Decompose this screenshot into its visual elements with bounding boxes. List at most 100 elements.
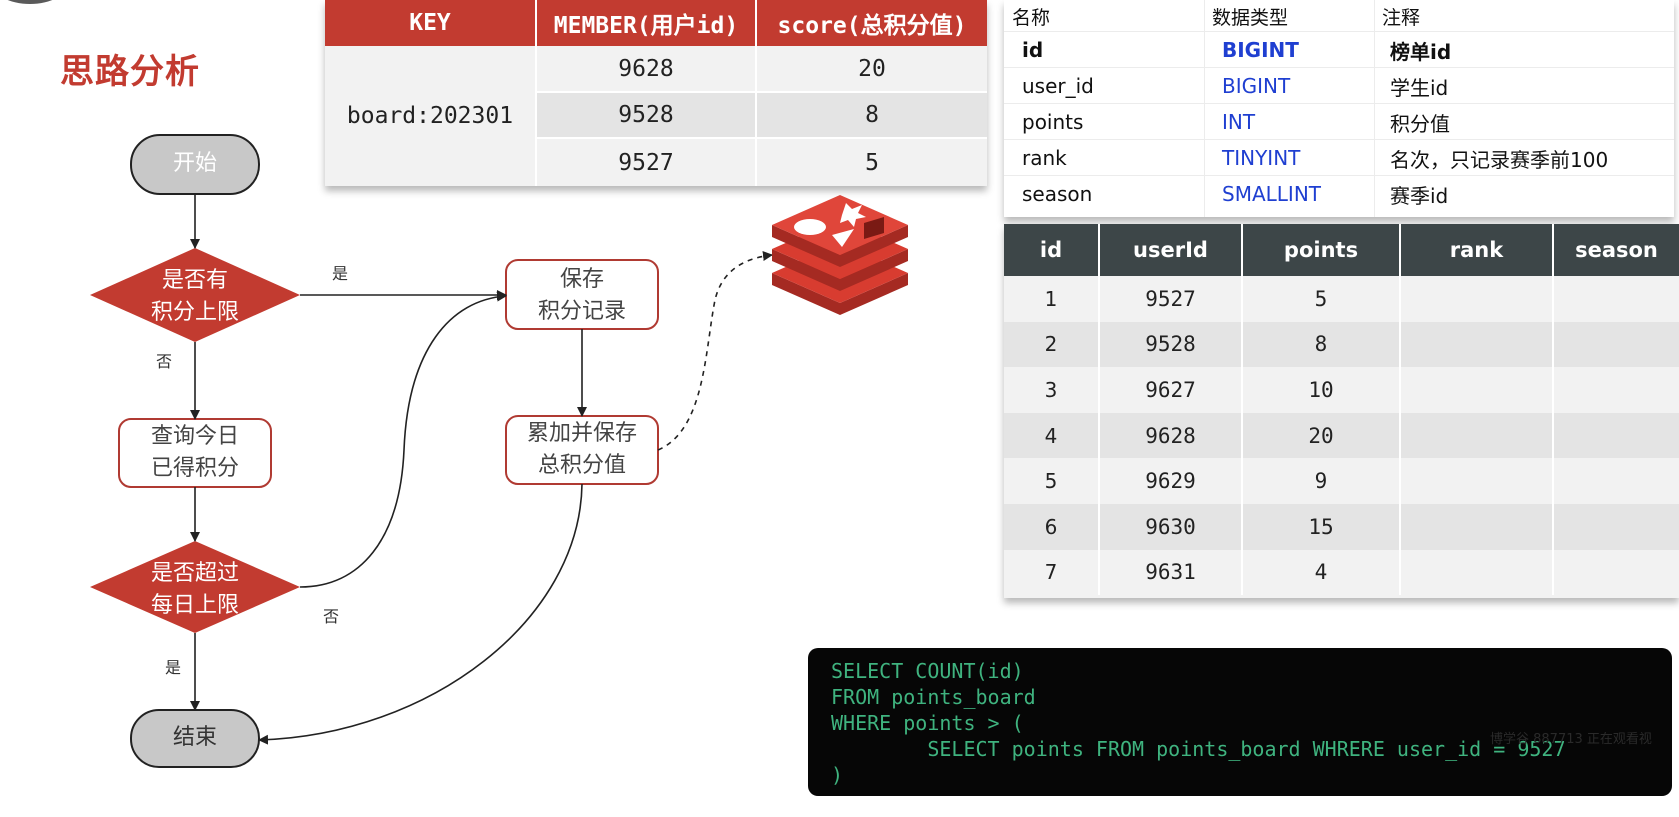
schema-field-name: points bbox=[1022, 110, 1084, 134]
redis-sortedset-table: KEY MEMBER(用户id) score(总积分值) board:20230… bbox=[325, 0, 987, 186]
data-cell-id: 4 bbox=[1004, 412, 1100, 459]
query-today-label: 查询今日 已得积分 bbox=[150, 424, 239, 481]
data-cell-userid: 9631 bbox=[1100, 549, 1243, 596]
data-cell-season bbox=[1554, 412, 1679, 459]
data-header-id: id bbox=[1004, 224, 1100, 276]
save-record-label: 保存 积分记录 bbox=[537, 267, 626, 324]
data-cell-season bbox=[1554, 321, 1679, 368]
schema-field-name: season bbox=[1022, 182, 1093, 206]
data-cell-season bbox=[1554, 549, 1679, 596]
data-cell-points: 15 bbox=[1243, 504, 1401, 550]
schema-row: rank TINYINT 名次，只记录赛季前100 bbox=[1004, 140, 1674, 176]
data-cell-season bbox=[1554, 367, 1679, 413]
data-cell-userid: 9629 bbox=[1100, 458, 1243, 504]
schema-row: id BIGINT 榜单id bbox=[1004, 32, 1674, 68]
data-cell-rank bbox=[1401, 458, 1554, 504]
data-header-points: points bbox=[1243, 224, 1401, 276]
data-header-rank: rank bbox=[1401, 224, 1554, 276]
edge-label-yes-right: 是 bbox=[332, 264, 349, 283]
schema-field-comment: 积分值 bbox=[1390, 111, 1450, 136]
data-cell-userid: 9627 bbox=[1100, 367, 1243, 413]
arrow-accumulate-end bbox=[258, 483, 583, 745]
schema-field-type: BIGINT bbox=[1222, 38, 1299, 62]
schema-field-name: user_id bbox=[1022, 74, 1094, 98]
data-cell-points: 9 bbox=[1243, 458, 1401, 504]
code-line: FROM points_board bbox=[831, 685, 1036, 709]
data-cell-userid: 9528 bbox=[1100, 321, 1243, 368]
edge-label-no-curve: 否 bbox=[323, 607, 340, 626]
data-cell-rank bbox=[1401, 412, 1554, 459]
schema-header-type: 数据类型 bbox=[1212, 6, 1289, 29]
kv-member-cell: 9528 bbox=[537, 93, 757, 139]
data-cell-userid: 9630 bbox=[1100, 504, 1243, 550]
points-board-table: id userId points rank season 1 9527 5 2 9528… bbox=[1004, 224, 1679, 598]
data-cell-points: 4 bbox=[1243, 549, 1401, 596]
arrow-exceed-save bbox=[299, 291, 507, 588]
kv-header-score: score(总积分值) bbox=[757, 0, 987, 46]
sql-code-block: SELECT COUNT(id) FROM points_board WHERE… bbox=[808, 648, 1672, 796]
data-header-userid: userId bbox=[1100, 224, 1243, 276]
data-cell-id: 3 bbox=[1004, 367, 1100, 413]
schema-field-comment: 名次，只记录赛季前100 bbox=[1390, 147, 1609, 172]
schema-field-comment: 赛季id bbox=[1390, 183, 1449, 208]
data-cell-rank bbox=[1401, 549, 1554, 596]
schema-col-divider bbox=[1374, 0, 1375, 217]
data-cell-rank bbox=[1401, 504, 1554, 550]
kv-score-cell: 5 bbox=[757, 139, 987, 186]
data-cell-season bbox=[1554, 458, 1679, 504]
kv-header-key: KEY bbox=[325, 0, 537, 46]
schema-row: points INT 积分值 bbox=[1004, 104, 1674, 140]
data-cell-season bbox=[1554, 276, 1679, 322]
schema-header-name: 名称 bbox=[1012, 6, 1051, 29]
data-cell-id: 2 bbox=[1004, 321, 1100, 368]
schema-field-type: BIGINT bbox=[1222, 74, 1291, 98]
accumulate-label: 累加并保存 总积分值 bbox=[526, 421, 637, 478]
code-line: SELECT points FROM points_board WHRERE u… bbox=[831, 737, 1566, 761]
schema-field-comment: 学生id bbox=[1390, 75, 1449, 100]
kv-member-cell: 9628 bbox=[537, 46, 757, 93]
data-cell-id: 5 bbox=[1004, 458, 1100, 504]
kv-score-cell: 20 bbox=[757, 46, 987, 93]
schema-table: 名称 数据类型 注释 id BIGINT 榜单id user_id BIGINT… bbox=[1004, 0, 1674, 217]
decision-exceed-label: 是否超过 每日上限 bbox=[150, 561, 239, 618]
schema-header-row: 名称 数据类型 注释 bbox=[1004, 0, 1674, 32]
data-cell-rank bbox=[1401, 321, 1554, 368]
schema-field-comment: 榜单id bbox=[1390, 39, 1452, 64]
schema-field-type: TINYINT bbox=[1222, 146, 1301, 170]
schema-field-name: id bbox=[1022, 38, 1044, 62]
kv-header-member: MEMBER(用户id) bbox=[537, 0, 757, 46]
data-cell-points: 8 bbox=[1243, 321, 1401, 368]
kv-score-cell: 8 bbox=[757, 93, 987, 139]
data-cell-points: 5 bbox=[1243, 276, 1401, 322]
data-cell-userid: 9628 bbox=[1100, 412, 1243, 459]
end-label: 结束 bbox=[172, 725, 217, 750]
code-line: ) bbox=[831, 763, 844, 787]
data-cell-season bbox=[1554, 504, 1679, 550]
edge-label-no-down: 否 bbox=[156, 352, 173, 371]
schema-field-type: INT bbox=[1222, 110, 1256, 134]
start-label: 开始 bbox=[172, 151, 217, 176]
data-cell-rank bbox=[1401, 276, 1554, 322]
data-cell-id: 6 bbox=[1004, 504, 1100, 550]
data-cell-id: 7 bbox=[1004, 549, 1100, 596]
redis-logo-icon bbox=[772, 195, 908, 315]
data-cell-points: 10 bbox=[1243, 367, 1401, 413]
schema-col-divider bbox=[1204, 0, 1205, 217]
code-line: SELECT COUNT(id) bbox=[831, 659, 1024, 683]
data-header-season: season bbox=[1554, 224, 1679, 276]
data-cell-id: 1 bbox=[1004, 276, 1100, 322]
data-cell-rank bbox=[1401, 367, 1554, 413]
schema-row: season SMALLINT 赛季id bbox=[1004, 176, 1674, 212]
schema-header-comment: 注释 bbox=[1382, 6, 1421, 29]
schema-field-name: rank bbox=[1022, 146, 1067, 170]
data-cell-points: 20 bbox=[1243, 412, 1401, 459]
kv-key-cell: board:202301 bbox=[325, 46, 537, 186]
viewer-watermark: 博学谷 887713 正在观看视 bbox=[1490, 732, 1652, 747]
data-cell-userid: 9527 bbox=[1100, 276, 1243, 322]
code-line: WHERE points > ( bbox=[831, 711, 1024, 735]
schema-row: user_id BIGINT 学生id bbox=[1004, 68, 1674, 104]
edge-label-yes-down: 是 bbox=[165, 658, 182, 677]
kv-member-cell: 9527 bbox=[537, 139, 757, 186]
schema-field-type: SMALLINT bbox=[1222, 182, 1321, 206]
arrow-accumulate-redis bbox=[657, 251, 773, 451]
